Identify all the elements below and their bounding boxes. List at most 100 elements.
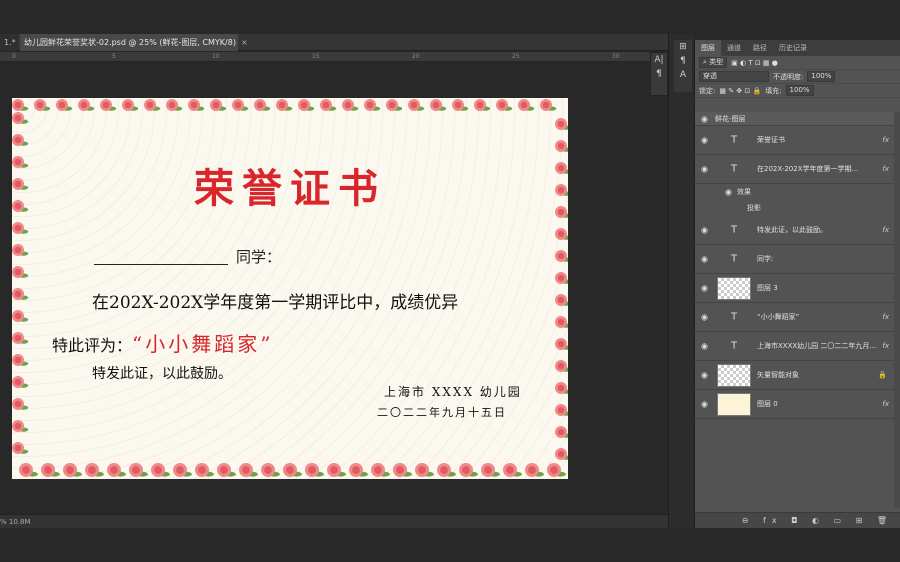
lock-icon: 🔒: [878, 371, 887, 379]
rose-decoration: [239, 463, 258, 477]
paragraph-icon[interactable]: ¶: [674, 54, 692, 68]
rose-decoration: [12, 266, 29, 278]
rose-decoration: [85, 463, 104, 477]
rose-decoration: [540, 99, 557, 111]
tab-active-document[interactable]: 幼儿园鲜花荣誉奖状-02.psd @ 25% (鲜花-图层, CMYK/8) ×: [20, 34, 248, 51]
effect-name: 投影: [747, 204, 761, 212]
rose-decoration: [107, 463, 126, 477]
layer-row[interactable]: ◉ T 荣誉证书 fx: [695, 126, 900, 155]
layer-name: 图层 0: [757, 400, 778, 408]
fx-icon[interactable]: fx: [882, 136, 889, 144]
layer-row[interactable]: ◉ T 同学:: [695, 245, 900, 274]
tab-history[interactable]: 历史记录: [773, 40, 813, 56]
rose-decoration: [503, 463, 522, 477]
rose-decoration: [63, 463, 82, 477]
canvas-area[interactable]: 荣誉证书 同学： 在202X-202X学年度第一学期评比中，成绩优异 特此评为：…: [0, 62, 660, 514]
character-icon[interactable]: A: [674, 68, 692, 82]
filter-kind-select[interactable]: ⌕ 类型: [699, 57, 728, 68]
character-icon[interactable]: A|: [651, 53, 667, 67]
visibility-eye-icon[interactable]: ◉: [701, 136, 708, 145]
tab-previous[interactable]: 1.*: [0, 34, 18, 51]
rose-decoration: [217, 463, 236, 477]
layer-name: 图层 3: [757, 284, 778, 292]
rose-decoration: [283, 463, 302, 477]
layer-row[interactable]: ◉ 矢量智能对象 🔒: [695, 361, 900, 390]
rose-decoration: [415, 463, 434, 477]
layer-thumbnail: [717, 277, 751, 300]
layer-row[interactable]: ◉ 图层 3: [695, 274, 900, 303]
layer-row[interactable]: ◉ T “小小舞蹈家” fx: [695, 303, 900, 332]
rose-decoration: [320, 99, 337, 111]
fx-icon[interactable]: fx: [882, 226, 889, 234]
visibility-eye-icon[interactable]: ◉: [701, 255, 708, 264]
visibility-eye-icon[interactable]: ◉: [701, 400, 708, 409]
rose-decoration: [19, 463, 38, 477]
layer-name: 同学:: [757, 255, 774, 263]
body-line-3: 特发此证，以此鼓励。: [92, 366, 232, 382]
layer-row[interactable]: ◉ T 在202X-202X学年度第一学期... fx: [695, 155, 900, 184]
issue-date: 二〇二二年九月十五日: [377, 406, 507, 419]
rose-decoration: [195, 463, 214, 477]
rose-decoration: [430, 99, 447, 111]
rose-decoration: [188, 99, 205, 111]
rose-decoration: [555, 382, 568, 394]
rose-decoration: [12, 112, 29, 124]
rose-decoration: [452, 99, 469, 111]
rose-decoration: [151, 463, 170, 477]
ruler-tick: 20: [412, 53, 420, 60]
rose-decoration: [555, 228, 568, 240]
layers-scrollbar[interactable]: [894, 112, 900, 508]
rose-decoration: [78, 99, 95, 111]
rose-decoration: [496, 99, 513, 111]
layer-row[interactable]: ◉ 鲜花-图层: [695, 112, 900, 126]
rose-decoration: [518, 99, 535, 111]
rose-decoration: [555, 294, 568, 306]
rose-decoration: [474, 99, 491, 111]
fx-icon[interactable]: fx: [882, 313, 889, 321]
visibility-eye-icon[interactable]: ◉: [701, 165, 708, 174]
properties-icon[interactable]: ⊞: [674, 40, 692, 54]
tab-label: 幼儿园鲜花荣誉奖状-02.psd @ 25% (鲜花-图层, CMYK/8): [24, 38, 236, 47]
close-icon[interactable]: ×: [241, 38, 248, 47]
rose-decoration: [481, 463, 500, 477]
panel-footer[interactable]: ⊖ fx ◘ ◐ ▭ ⊞ 🗑: [695, 512, 900, 528]
tab-channels[interactable]: 通道: [721, 40, 747, 56]
visibility-eye-icon[interactable]: ◉: [701, 342, 708, 351]
layer-row[interactable]: ◉ 图层 0 fx: [695, 390, 900, 419]
layer-row[interactable]: ◉ 效果: [695, 184, 900, 200]
layer-row[interactable]: 投影: [695, 200, 900, 216]
effect-name: 效果: [737, 188, 751, 196]
layer-thumbnail: [717, 364, 751, 387]
ruler-tick: 30: [612, 53, 620, 60]
fill-input[interactable]: 100%: [785, 85, 814, 96]
layer-list: ◉ 鲜花-图层 ◉ T 荣誉证书 fx ◉ T 在202X-202X学年度第一学期... fx ◉ 效…: [695, 112, 900, 419]
visibility-eye-icon[interactable]: ◉: [725, 188, 732, 197]
rose-decoration: [555, 272, 568, 284]
layer-row[interactable]: ◉ T 特发此证，以此鼓励。 fx: [695, 216, 900, 245]
layer-name: 在202X-202X学年度第一学期...: [757, 165, 859, 173]
bottom-area: [0, 528, 900, 562]
visibility-eye-icon[interactable]: ◉: [701, 313, 708, 322]
visibility-eye-icon[interactable]: ◉: [701, 114, 708, 123]
certificate-document[interactable]: 荣誉证书 同学： 在202X-202X学年度第一学期评比中，成绩优异 特此评为：…: [12, 98, 568, 479]
paragraph-icon[interactable]: ¶: [651, 67, 667, 81]
layer-thumbnail: [717, 393, 751, 416]
blend-mode-select[interactable]: 穿透: [699, 71, 769, 82]
text-layer-icon: T: [731, 224, 738, 236]
visibility-eye-icon[interactable]: ◉: [701, 284, 708, 293]
visibility-eye-icon[interactable]: ◉: [701, 226, 708, 235]
tab-paths[interactable]: 路径: [747, 40, 773, 56]
fx-icon[interactable]: fx: [882, 342, 889, 350]
visibility-eye-icon[interactable]: ◉: [701, 371, 708, 380]
rose-decoration: [555, 118, 568, 130]
opacity-input[interactable]: 100%: [807, 71, 836, 82]
lock-icons[interactable]: ▦ ✎ ✥ ⊡ 🔒: [719, 84, 761, 98]
rose-decoration: [166, 99, 183, 111]
tab-layers[interactable]: 图层: [695, 40, 721, 56]
fx-icon[interactable]: fx: [882, 400, 889, 408]
filter-icons[interactable]: ▣ ◐ T ⊡ ▦ ●: [731, 56, 778, 70]
rose-decoration: [459, 463, 478, 477]
panel-gutter: [668, 34, 694, 528]
layer-row[interactable]: ◉ T 上海市XXXX幼儿园 二〇二二年九月... fx: [695, 332, 900, 361]
fx-icon[interactable]: fx: [882, 165, 889, 173]
